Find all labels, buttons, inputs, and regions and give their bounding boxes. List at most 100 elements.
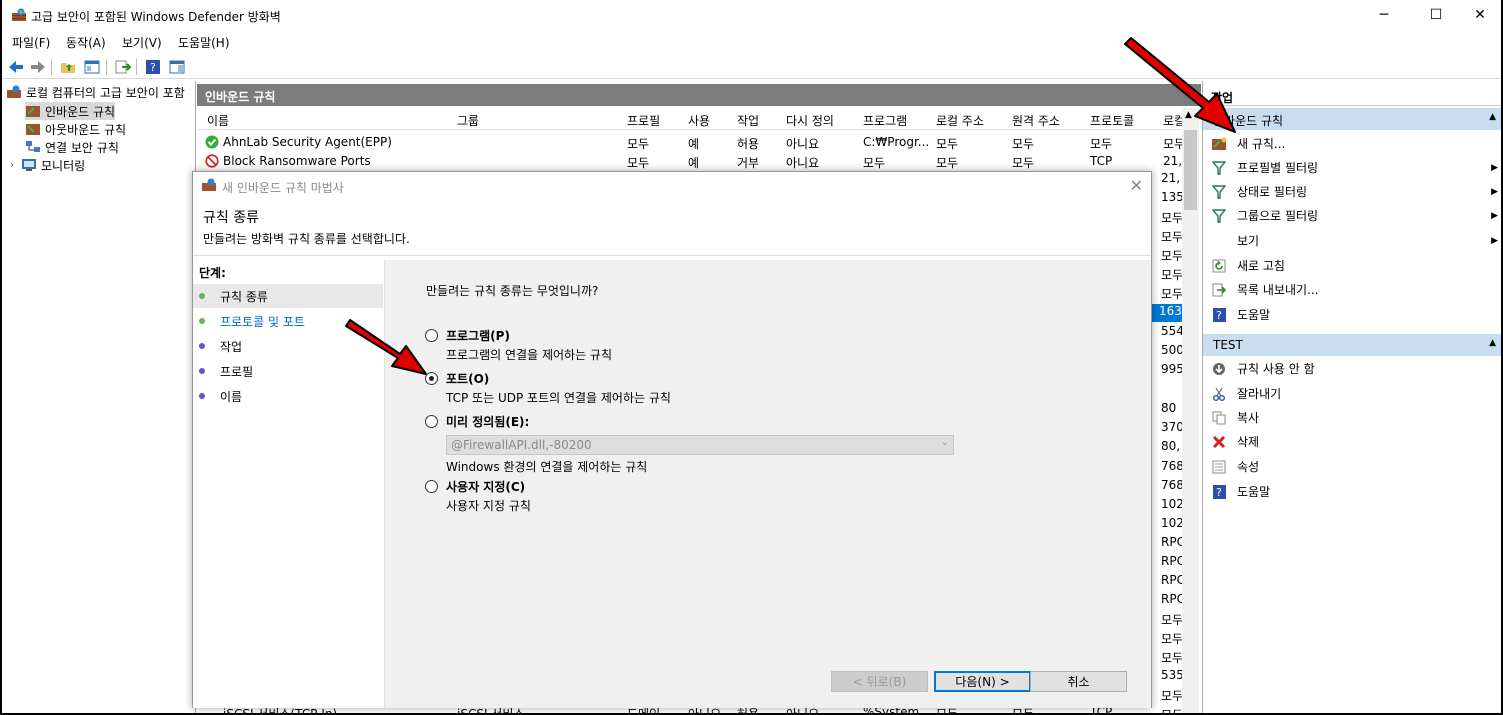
action-properties[interactable]: 속성	[1203, 455, 1501, 478]
new-inbound-rule-wizard: 새 인바운드 규칙 마법사 ✕ 규칙 종류 만들려는 방화벽 규칙 종류를 선택…	[192, 171, 1152, 708]
wizard-title-bar: 새 인바운드 규칙 마법사 ✕	[193, 172, 1151, 200]
cancel-button[interactable]: 취소	[1030, 671, 1127, 692]
step-protocol-ports[interactable]: 프로토콜 및 포트	[193, 309, 383, 333]
column-override[interactable]: 다시 정의	[786, 112, 834, 129]
tree-root[interactable]: 로컬 컴퓨터의 고급 보안이 포함	[6, 83, 185, 101]
local-port-value: 102	[1161, 516, 1184, 530]
action-help-selected[interactable]: ? 도움말	[1203, 480, 1501, 503]
tree-item-label: 인바운드 규칙	[45, 104, 116, 119]
local-port-value: 모두	[1161, 613, 1184, 627]
table-row[interactable]: Block Ransomware Ports 모두 예 거부 아니요 모두 모두…	[197, 152, 1187, 171]
action-label: 새로 고침	[1237, 259, 1285, 273]
column-remote-address[interactable]: 원격 주소	[1012, 112, 1060, 129]
action-filter-by-state[interactable]: 상태로 필터링 ▶	[1203, 180, 1501, 203]
column-profile[interactable]: 프로필	[627, 112, 660, 129]
action-cut[interactable]: 잘라내기	[1203, 382, 1501, 405]
action-copy[interactable]: 복사	[1203, 406, 1501, 429]
next-button[interactable]: 다음(N) >	[934, 671, 1031, 692]
tree-item-monitoring[interactable]: › 모니터링	[10, 156, 85, 174]
local-port-value: 768	[1161, 478, 1184, 492]
back-button[interactable]: < 뒤로(B)	[831, 671, 928, 692]
option-desc: TCP 또는 UDP 포트의 연결을 제어하는 규칙	[446, 391, 671, 405]
action-label: 보기	[1237, 234, 1260, 248]
rule-remote-address: 모두	[1012, 156, 1035, 170]
tree-item-label: 연결 보안 규칙	[45, 140, 119, 155]
submenu-arrow-icon: ▶	[1491, 235, 1498, 246]
local-port-value: 995	[1161, 362, 1184, 376]
back-icon[interactable]	[7, 58, 24, 75]
close-button[interactable]: ✕	[1457, 0, 1501, 30]
radio-port-selected[interactable]	[425, 372, 438, 385]
scroll-up-icon[interactable]: ▲	[1185, 110, 1192, 120]
divider	[193, 255, 1151, 256]
tree-item-connection-security[interactable]: 연결 보안 규칙	[25, 138, 119, 156]
scrollbar-thumb[interactable]	[1184, 130, 1197, 210]
option-port[interactable]: 포트(O) TCP 또는 UDP 포트의 연결을 제어하는 규칙	[425, 370, 671, 406]
disable-rule-icon	[1211, 361, 1227, 377]
actions-section-selected[interactable]: TEST ▲	[1203, 334, 1501, 356]
option-custom[interactable]: 사용자 지정(C) 사용자 지정 규칙	[425, 478, 531, 514]
action-new-rule[interactable]: 새 규칙...	[1203, 132, 1501, 155]
maximize-button[interactable]: ☐	[1413, 0, 1459, 30]
local-port-value: 모두	[1161, 211, 1184, 225]
wizard-close-button[interactable]: ✕	[1130, 176, 1143, 195]
local-port-value: 80	[1161, 401, 1177, 415]
collapse-icon[interactable]: ▲	[1489, 112, 1496, 122]
option-predefined[interactable]: 미리 정의됨(E): @FirewallAPI.dll,-80200 ⌄ Win…	[425, 413, 954, 475]
up-folder-icon[interactable]	[59, 58, 76, 75]
action-view[interactable]: 보기 ▶	[1203, 229, 1501, 252]
minimize-button[interactable]: ─	[1361, 0, 1407, 30]
expand-chevron-icon[interactable]: ›	[10, 160, 21, 171]
action-help[interactable]: ? 도움말	[1203, 303, 1501, 326]
column-name[interactable]: 이름	[207, 112, 229, 129]
column-enabled[interactable]: 사용	[688, 112, 710, 129]
tree-item-outbound-rules[interactable]: 아웃바운드 규칙	[25, 120, 126, 138]
rule-override: 아니요	[786, 156, 820, 170]
rules-list-scrollbar[interactable]: ▲	[1182, 108, 1199, 713]
tree-item-inbound-rules[interactable]: 인바운드 규칙	[25, 102, 116, 120]
collapse-icon[interactable]: ▲	[1489, 338, 1496, 348]
action-delete[interactable]: 삭제	[1203, 430, 1501, 453]
table-row[interactable]: AhnLab Security Agent(EPP) 모두 예 허용 아니요 C…	[197, 133, 1187, 152]
column-protocol[interactable]: 프로토콜	[1090, 112, 1134, 129]
option-program[interactable]: 프로그램(P) 프로그램의 연결을 제어하는 규칙	[425, 327, 612, 363]
option-desc: 사용자 지정 규칙	[446, 499, 531, 513]
show-hide-tree-icon[interactable]	[83, 58, 100, 75]
action-filter-by-group[interactable]: 그룹으로 필터링 ▶	[1203, 204, 1501, 227]
column-group[interactable]: 그룹	[457, 112, 479, 129]
export-list-icon[interactable]	[114, 58, 131, 75]
svg-text:?: ?	[1216, 486, 1222, 499]
action-label: 속성	[1237, 460, 1260, 474]
section-label: TEST	[1213, 338, 1243, 352]
steps-label: 단계:	[199, 266, 226, 280]
rule-local-address: 모두	[936, 137, 959, 151]
column-action[interactable]: 작업	[737, 112, 759, 129]
action-export-list[interactable]: 목록 내보내기...	[1203, 278, 1501, 301]
local-port-value: 모두	[1161, 287, 1184, 301]
step-label: 프로토콜 및 포트	[220, 314, 305, 329]
menu-action[interactable]: 동작(A)	[66, 34, 106, 51]
actions-section-inbound[interactable]: 인바운드 규칙 ▲	[1203, 108, 1501, 130]
menu-file[interactable]: 파일(F)	[12, 34, 50, 51]
column-local-address[interactable]: 로컬 주소	[936, 112, 984, 129]
column-program[interactable]: 프로그램	[863, 112, 907, 129]
submenu-arrow-icon: ▶	[1491, 162, 1498, 173]
rule-name: Block Ransomware Ports	[223, 154, 371, 168]
menu-view[interactable]: 보기(V)	[122, 34, 162, 51]
action-label: 잘라내기	[1237, 387, 1282, 401]
properties-pane-icon[interactable]	[168, 58, 185, 75]
action-refresh[interactable]: 새로 고침	[1203, 254, 1501, 277]
radio-program[interactable]	[425, 329, 438, 342]
forward-icon[interactable]	[29, 58, 46, 75]
rule-override: 아니요	[786, 137, 820, 151]
predefined-select[interactable]: @FirewallAPI.dll,-80200 ⌄	[446, 435, 954, 455]
local-port-value: 모두	[1161, 706, 1183, 713]
menu-help[interactable]: 도움말(H)	[178, 34, 230, 51]
radio-predefined[interactable]	[425, 415, 438, 428]
action-disable-rule[interactable]: 규칙 사용 안 함	[1203, 357, 1501, 380]
help-icon: ?	[1211, 307, 1227, 323]
action-filter-by-profile[interactable]: 프로필별 필터링 ▶	[1203, 156, 1501, 179]
radio-custom[interactable]	[425, 480, 438, 493]
rule-remote-address: 모두	[1012, 137, 1035, 151]
help-icon[interactable]: ?	[144, 58, 161, 75]
